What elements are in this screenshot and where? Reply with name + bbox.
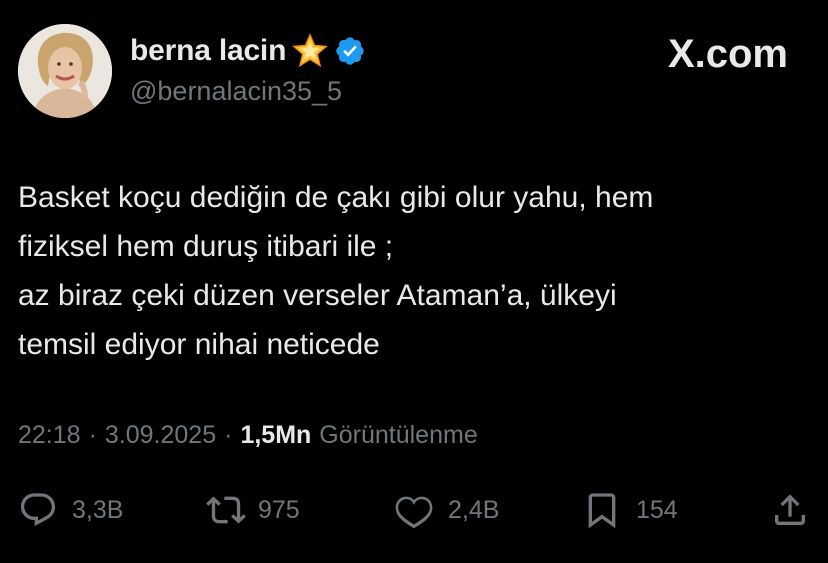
repost-icon — [204, 490, 248, 530]
tweet-line: az biraz çeki düzen verseler Ataman’a, ü… — [18, 279, 617, 312]
meta-separator: · — [224, 421, 233, 449]
author-name[interactable]: berna lacin — [130, 34, 286, 68]
x-com-logo: X.com — [667, 32, 788, 76]
tweet-date[interactable]: 3.09.2025 — [105, 421, 216, 450]
share-icon — [770, 490, 810, 530]
reply-icon — [18, 490, 58, 530]
author-handle[interactable]: @bernalacin35_5 — [130, 76, 342, 107]
bookmark-button[interactable]: 154 — [582, 490, 678, 530]
tweet-line: temsil ediyor nihai neticede — [18, 328, 380, 361]
reply-button[interactable]: 3,3B — [18, 490, 123, 530]
views-label: Görüntülenme — [319, 421, 478, 449]
bookmark-icon — [582, 490, 622, 530]
reply-count: 3,3B — [72, 495, 124, 524]
heart-icon — [394, 490, 434, 530]
like-button[interactable]: 2,4B — [394, 490, 499, 530]
tweet-meta: 22:18 · 3.09.2025 · 1,5Mn Görüntülenme — [18, 421, 478, 450]
action-bar: 3,3B 975 2,4B 154 — [0, 488, 828, 532]
tweet-line: Basket koçu dediğin de çakı gibi olur ya… — [18, 181, 654, 214]
share-button[interactable] — [770, 490, 810, 530]
verified-badge-icon[interactable] — [334, 35, 366, 67]
meta-separator: · — [88, 421, 97, 449]
views-count[interactable]: 1,5Mn — [240, 421, 311, 450]
tweet-text: Basket koçu dediğin de çakı gibi olur ya… — [18, 173, 808, 369]
author-name-row: berna lacin — [130, 31, 366, 71]
tweet-line: fiziksel hem duruş itibari ile ; — [18, 230, 394, 263]
repost-count: 975 — [258, 495, 300, 524]
repost-button[interactable]: 975 — [204, 490, 300, 530]
like-count: 2,4B — [448, 495, 500, 524]
glowing-star-icon — [292, 33, 329, 69]
tweet-time[interactable]: 22:18 — [18, 421, 81, 450]
bookmark-count: 154 — [636, 495, 678, 524]
avatar[interactable] — [18, 24, 112, 118]
